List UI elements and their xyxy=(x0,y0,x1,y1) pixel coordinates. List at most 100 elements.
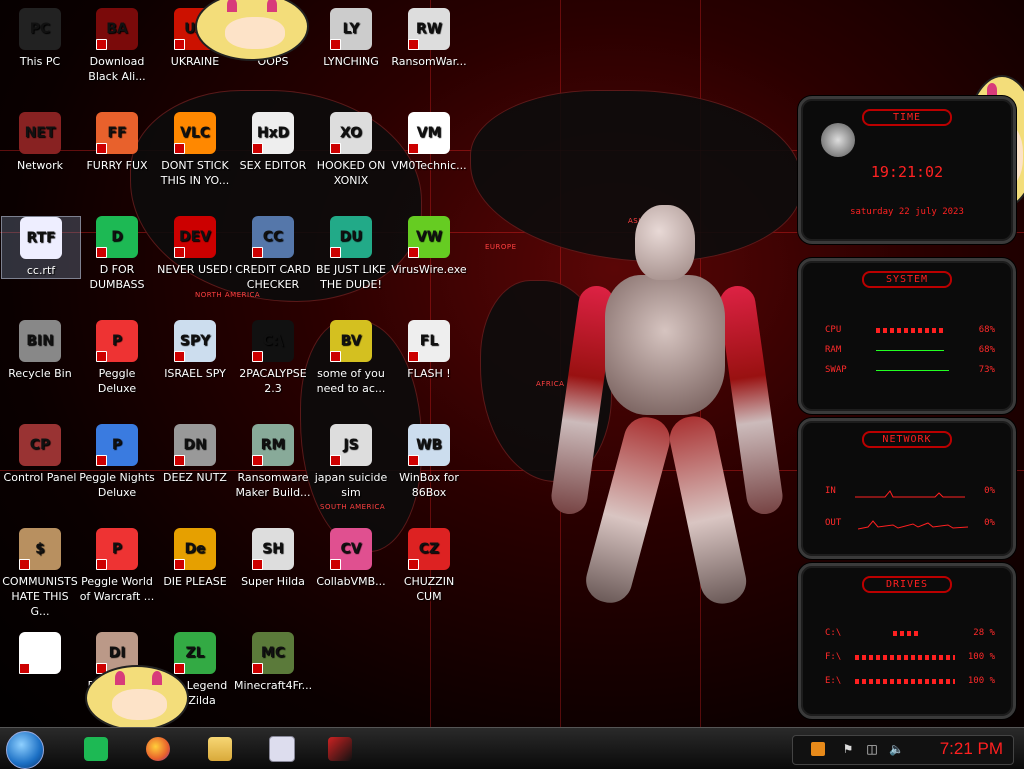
desktop-icon[interactable]: BA Download Black Ali... xyxy=(78,8,156,84)
desktop-icon-image: CP xyxy=(19,424,61,466)
desktop-icon-label: Ransomware Maker Build... xyxy=(235,471,311,499)
network-widget-title: NETWORK xyxy=(862,431,952,448)
drives-widget: DRIVES C:\ 28 % F:\ 100 % E:\ 100 % xyxy=(798,563,1016,719)
desktop-icon-image: ZL xyxy=(174,632,216,674)
desktop-icon[interactable]: XO HOOKED ON XONIX xyxy=(312,112,390,188)
desktop-icon[interactable]: VM VM0Technic... xyxy=(390,112,468,173)
system-widget-title: SYSTEM xyxy=(862,271,952,288)
desktop-icon-image: SPY xyxy=(174,320,216,362)
taskbar-app-dfd[interactable] xyxy=(72,732,120,765)
desktop-icon[interactable]: HxD SEX EDITOR xyxy=(234,112,312,173)
desktop-icon-label: DEEZ NUTZ xyxy=(163,471,227,484)
desktop-icon-label: Recycle Bin xyxy=(8,367,72,380)
shortcut-arrow-icon xyxy=(330,39,341,50)
desktop-icon[interactable]: P Peggle Deluxe xyxy=(78,320,156,396)
desktop-icon[interactable]: LY LYNCHING xyxy=(312,8,390,69)
desktop-icon-image: BV xyxy=(330,320,372,362)
desktop-icon[interactable]: CP Control Panel xyxy=(1,424,79,485)
shortcut-arrow-icon xyxy=(252,559,263,570)
volume-icon[interactable]: 🔈 xyxy=(889,742,904,756)
shortcut-arrow-icon xyxy=(408,559,419,570)
desktop-icon-label: HOOKED ON XONIX xyxy=(316,159,386,187)
desktop-icon-label: Control Panel xyxy=(3,471,77,484)
desktop-icon[interactable]: WB WinBox for 86Box xyxy=(390,424,468,500)
desktop-icon[interactable]: CZ CHUZZIN CUM xyxy=(390,528,468,604)
desktop-icon[interactable]: BV some of you need to ac... xyxy=(312,320,390,396)
desktop-icon[interactable]: FL FLASH ! xyxy=(390,320,468,381)
desktop-icon-image: RM xyxy=(252,424,294,466)
taskbar-app-control-panel[interactable] xyxy=(316,732,364,765)
shortcut-arrow-icon xyxy=(96,143,107,154)
desktop-icon[interactable]: VW VirusWire.exe xyxy=(390,216,468,277)
desktop-icon-image: BA xyxy=(96,8,138,50)
taskbar-clock[interactable]: 7:21 PM xyxy=(940,739,1003,759)
shortcut-arrow-icon xyxy=(252,143,263,154)
shortcut-arrow-icon xyxy=(330,247,341,258)
system-tray: ⚑ ◫ 🔈 7:21 PM xyxy=(792,735,1014,765)
desktop-icon-image: PC xyxy=(19,8,61,50)
desktop-icon[interactable]: P Peggle Nights Deluxe xyxy=(78,424,156,500)
desktop-icon[interactable]: CV CollabVMB... xyxy=(312,528,390,589)
network-out-label: OUT xyxy=(825,518,842,528)
desktop-icon-image: MC xyxy=(252,632,294,674)
desktop-icon[interactable]: NET Network xyxy=(1,112,79,173)
network-error-icon[interactable]: ⚑ xyxy=(841,742,855,756)
desktop-icon[interactable]: SPY ISRAEL SPY xyxy=(156,320,234,381)
desktop-icon[interactable]: FF FURRY FUX xyxy=(78,112,156,173)
desktop-icon[interactable]: VLC DONT STICK THIS IN YO... xyxy=(156,112,234,188)
shortcut-arrow-icon xyxy=(252,663,263,674)
desktop-icon-image: RW xyxy=(408,8,450,50)
time-widget-title: TIME xyxy=(862,109,952,126)
desktop-icon-label: ISRAEL SPY xyxy=(164,367,226,380)
drive-c-label: C:\ xyxy=(825,628,842,638)
drive-f-row: F:\ 100 % xyxy=(825,652,995,662)
desktop-icon-image: WB xyxy=(408,424,450,466)
shortcut-arrow-icon xyxy=(330,351,341,362)
desktop-icon[interactable]: D D FOR DUMBASS xyxy=(78,216,156,292)
shortcut-arrow-icon xyxy=(96,247,107,258)
desktop-icon[interactable]: RW RansomWar... xyxy=(390,8,468,69)
desktop-icon-label: japan suicide sim xyxy=(314,471,388,499)
widget-date: saturday 22 july 2023 xyxy=(850,207,964,217)
desktop-icon[interactable]: JS japan suicide sim xyxy=(312,424,390,500)
taskbar-app-firefox[interactable] xyxy=(134,732,182,765)
desktop-icon[interactable]: SH Super Hilda xyxy=(234,528,312,589)
desktop-icon[interactable]: De DIE PLEASE xyxy=(156,528,234,589)
desktop-icon-label: VM0Technic... xyxy=(391,159,467,172)
taskbar-app-winbox[interactable] xyxy=(258,732,306,765)
desktop-icon-image: CV xyxy=(330,528,372,570)
desktop-icon[interactable]: DN DEEZ NUTZ xyxy=(156,424,234,485)
start-button[interactable] xyxy=(6,731,44,769)
network-icon[interactable]: ◫ xyxy=(865,742,879,756)
desktop-icon[interactable]: $ COMMUNISTS HATE THIS G... xyxy=(1,528,79,619)
desktop-icon-label: LYNCHING xyxy=(323,55,379,68)
desktop-icon-label: CHUZZIN CUM xyxy=(403,575,455,603)
desktop-icon[interactable]: PC This PC xyxy=(1,8,79,69)
desktop-icon-image: DEV xyxy=(174,216,216,258)
desktop-icon[interactable]: CC CREDIT CARD CHECKER xyxy=(234,216,312,292)
shortcut-arrow-icon xyxy=(408,351,419,362)
desktop-icon-image: JS xyxy=(330,424,372,466)
drive-e-label: E:\ xyxy=(825,676,842,686)
desktop-icon[interactable]: P Peggle World of Warcraft ... xyxy=(78,528,156,604)
taskbar: ⚑ ◫ 🔈 7:21 PM xyxy=(0,727,1024,769)
desktop-icon-label: FURRY FUX xyxy=(86,159,148,172)
taskbar-app-file-explorer[interactable] xyxy=(196,732,244,765)
desktop-icon[interactable]: RTF cc.rtf xyxy=(1,216,81,279)
app-tray-icon[interactable] xyxy=(811,742,825,756)
drive-f-bar xyxy=(854,654,955,660)
desktop-icon[interactable]: DU BE JUST LIKE THE DUDE! xyxy=(312,216,390,292)
drive-e-value: 100 % xyxy=(967,676,995,686)
swap-row: SWAP 73% xyxy=(825,365,995,375)
desktop-icon[interactable]: BIN Recycle Bin xyxy=(1,320,79,381)
desktop-icon[interactable]: DEV NEVER USED! xyxy=(156,216,234,277)
desktop-icon[interactable]: MC Minecraft4Fr... xyxy=(234,632,312,693)
shortcut-arrow-icon xyxy=(252,455,263,466)
network-in-row: IN 0% xyxy=(825,483,995,499)
desktop-icon[interactable]: C:\ 2PACALYPSE 2.3 xyxy=(234,320,312,396)
network-out-value: 0% xyxy=(984,518,995,528)
desktop-icon[interactable]: RM Ransomware Maker Build... xyxy=(234,424,312,500)
swap-value: 73% xyxy=(978,365,995,375)
desktop-icon-label: BE JUST LIKE THE DUDE! xyxy=(315,263,387,291)
desktop-icon[interactable] xyxy=(1,632,79,678)
